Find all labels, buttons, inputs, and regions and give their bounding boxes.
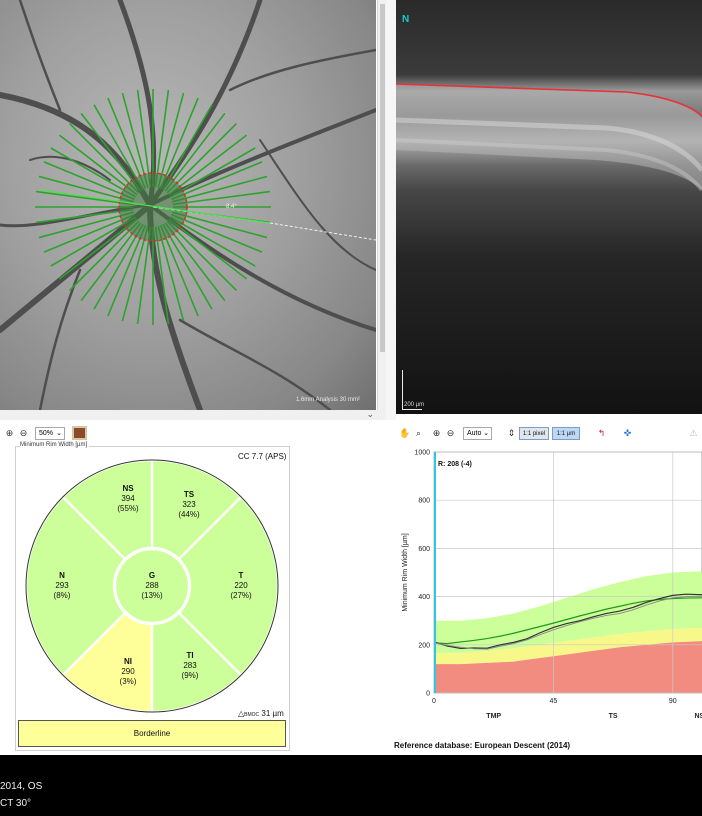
y-tick-label: 1000 <box>414 450 430 457</box>
bmo-sub-label: BMOC <box>244 712 260 718</box>
sector-name: TS <box>183 490 195 499</box>
scale-1to1-pixel-button[interactable]: 1:1 pixel <box>519 427 549 440</box>
scale-1to1-um-button[interactable]: 1:1 µm <box>552 427 580 440</box>
bmo-centre-offset: △BMOC 31 µm <box>238 709 284 718</box>
sector-name: NI <box>124 657 132 666</box>
reference-database-label: Reference database: European Descent (20… <box>394 741 571 750</box>
scale-mode-select[interactable]: Auto ⌄ <box>463 427 492 440</box>
sector-value: 293 <box>55 581 69 590</box>
oct-bscan-image[interactable]: N 200 µm <box>396 0 702 414</box>
rim-width-title: Minimum Rim Width [µm] <box>20 442 90 448</box>
zoom-out-icon[interactable]: ⊖ <box>445 428 456 439</box>
sector-label-n: N 293 (8%) <box>37 571 87 601</box>
y-axis-label: Minimum Rim Width [µm] <box>402 533 409 611</box>
oct-layers <box>396 0 702 414</box>
chevron-down-icon: ⌄ <box>483 430 489 437</box>
curve-tool-icon[interactable]: ↰ <box>596 428 607 439</box>
crosshair-tool-icon[interactable]: ✜ <box>622 428 633 439</box>
sector-value: 288 <box>145 581 159 590</box>
sector-percentile: (9%) <box>181 671 199 680</box>
sector-label-ti: TI 283 (9%) <box>165 651 215 681</box>
sector-label-ns: NS 394 (55%) <box>103 484 153 514</box>
zoom-in-icon[interactable]: ⊕ <box>4 428 15 439</box>
fundus-horizontal-scrollbar[interactable]: ⌄ <box>0 409 386 420</box>
y-tick-label: 200 <box>418 642 430 649</box>
sector-percentile: (3%) <box>119 677 137 686</box>
y-tick-label: 400 <box>418 594 430 601</box>
footer-scan-info: 2014, OS <box>0 781 43 792</box>
chevron-down-icon: ⌄ <box>56 430 62 437</box>
y-tick-label: 600 <box>418 546 430 553</box>
sector-label-t: T 220 (27%) <box>216 571 266 601</box>
scale-bar-horizontal <box>402 409 422 410</box>
scale-mode-value: Auto <box>467 430 482 437</box>
sector-label-ni: NI 290 (3%) <box>103 657 153 687</box>
sector-axis-label: TS <box>609 713 618 720</box>
sector-value: 394 <box>121 494 135 503</box>
footer-bar <box>0 755 702 816</box>
x-tick-label: 90 <box>669 698 677 705</box>
sector-percentile: (8%) <box>53 591 71 600</box>
fundus-overlay-label: 1.6mm Analysis 30 mm² <box>295 397 360 403</box>
scan-ray <box>68 220 140 292</box>
zoom-select[interactable]: 50% ⌄ <box>35 427 65 440</box>
oct-scale-label: 200 µm <box>404 402 425 408</box>
sector-percentile: (55%) <box>117 504 139 513</box>
rim-width-chart[interactable]: 0 200 400 600 800 1000 0 45 90 TMP TS NS Minimum Rim… <box>396 446 702 739</box>
sector-percentile: (44%) <box>178 510 200 519</box>
bmo-value: 31 µm <box>261 709 284 718</box>
footer-scan-type: CT 30° <box>0 798 32 809</box>
sector-label-ts: TS 323 (44%) <box>164 490 214 520</box>
fundus-vertical-scrollbar[interactable] <box>377 0 386 410</box>
overall-classification: Borderline <box>18 720 286 747</box>
scan-ray <box>58 218 138 280</box>
sector-name: N <box>59 571 65 580</box>
sector-percentile: (13%) <box>141 591 163 600</box>
x-tick-label: 45 <box>550 698 558 705</box>
zoom-in-icon[interactable]: ⊕ <box>431 428 442 439</box>
color-mode-button[interactable] <box>72 426 87 440</box>
sector-value: 220 <box>234 581 248 590</box>
y-tick-label: 0 <box>426 691 430 698</box>
scrollbar-thumb[interactable] <box>380 4 385 352</box>
scale-bar-vertical <box>402 370 403 410</box>
cursor-label: R: 208 (-4) <box>438 461 472 468</box>
fundus-vessels <box>0 0 376 410</box>
sector-name: G <box>148 571 156 580</box>
panel-divider <box>386 0 396 420</box>
chevron-down-icon[interactable]: ⌄ <box>366 409 374 420</box>
sector-name: T <box>238 571 244 580</box>
sector-value: 323 <box>182 500 196 509</box>
sector-value: 290 <box>121 667 135 676</box>
sector-axis-label: NS <box>694 713 702 720</box>
fit-height-icon[interactable]: ⇕ <box>506 428 517 439</box>
sector-axis-label: TMP <box>486 713 501 720</box>
x-tick-label: 0 <box>432 698 436 705</box>
viewer-root: 8.4° 1.6mm Analysis 30 mm² ⌄ N 200 µm ⊕ … <box>0 0 702 816</box>
scan-ray <box>68 122 140 194</box>
sector-name: TI <box>186 651 194 660</box>
sector-name: NS <box>122 484 134 493</box>
sector-value: 283 <box>183 661 197 670</box>
sector-label-g: G 288 (13%) <box>127 571 177 601</box>
sector-percentile: (27%) <box>230 591 252 600</box>
y-tick-label: 800 <box>418 498 430 505</box>
zoom-out-icon[interactable]: ⊖ <box>18 428 29 439</box>
fundus-image[interactable]: 8.4° 1.6mm Analysis 30 mm² <box>0 0 376 410</box>
oct-orientation-label: N <box>402 14 410 25</box>
pan-hand-icon[interactable]: ✋ <box>399 428 410 439</box>
chart-canvas: 0 200 400 600 800 1000 0 45 90 TMP TS NS Minimum Rim… <box>402 450 702 720</box>
magnifier-icon[interactable]: ⌕ <box>413 428 424 439</box>
zoom-value: 50% <box>39 430 54 437</box>
warning-icon[interactable]: ⚠ <box>688 428 699 439</box>
fundus-distance-label: 8.4° <box>226 204 237 210</box>
